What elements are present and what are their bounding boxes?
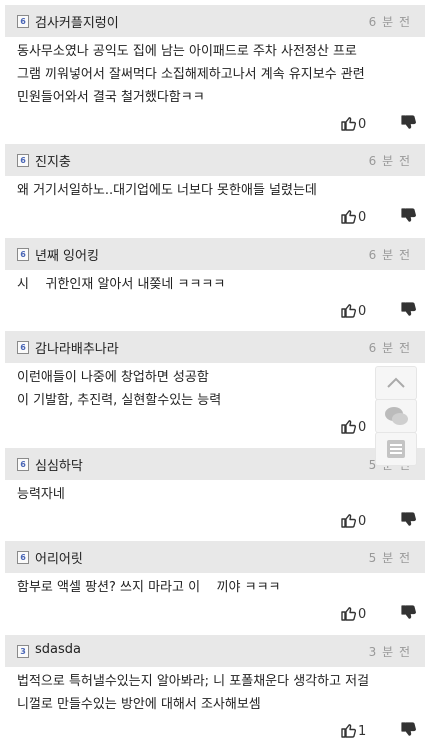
thumbs-up-icon[interactable] (340, 722, 357, 742)
author-nickname[interactable]: 검사커플지렁이 (35, 12, 119, 31)
thumbs-up-icon[interactable] (340, 605, 357, 625)
comment-body: 능력자네 (17, 483, 422, 506)
vote-controls: 0 (340, 208, 420, 228)
comment-header: 6 진지충 6 분 전 (5, 144, 425, 176)
comment-body: 왜 거기서일하노..대기업에도 너보다 못한애들 널렸는데 (17, 179, 422, 202)
author-nickname[interactable]: 심심하닥 (35, 455, 83, 474)
comment-line: 시 귀한인재 알아서 내쫒네 ㅋㅋㅋㅋ (17, 277, 226, 292)
comment-header: 6 년째 잉어킹 6 분 전 (5, 238, 425, 270)
comment-body: 이런애들이 나중에 창업하면 성공함이 기발함, 추진력, 실현할수있는 능력 (17, 366, 422, 412)
comment-header: 3 sdasda 3 분 전 (5, 635, 425, 667)
author-nickname[interactable]: 어리어릿 (35, 548, 83, 567)
vote-controls: 0 (340, 115, 420, 135)
comment-line: 함부로 액셀 팡션? 쓰지 마라고 이 끼야 ㅋㅋㅋ (17, 580, 281, 595)
thumbs-up-icon[interactable] (340, 115, 357, 135)
author-nickname[interactable]: sdasda (35, 642, 81, 657)
scroll-top-button[interactable] (375, 366, 417, 400)
comment-line: 법적으로 특허낼수있는지 알아봐라; 니 포폴채운다 생각하고 저걸 (17, 674, 370, 689)
author-nickname[interactable]: 진지충 (35, 151, 71, 170)
list-button[interactable] (375, 432, 417, 466)
author-nickname[interactable]: 년째 잉어킹 (35, 245, 99, 264)
comment-body: 함부로 액셀 팡션? 쓰지 마라고 이 끼야 ㅋㅋㅋ (17, 576, 422, 599)
level-6-icon: 6 (17, 248, 29, 261)
comment-body: 동사무소였나 공익도 집에 남는 아이패드로 주차 사전정산 프로그램 끼워넣어… (17, 40, 422, 109)
like-count: 0 (358, 210, 367, 225)
comment-header: 6심심하닥5 분 전 (5, 448, 425, 480)
thumbs-down-icon[interactable] (400, 302, 416, 322)
comment-line: 동사무소였나 공익도 집에 남는 아이패드로 주차 사전정산 프로 (17, 44, 357, 59)
thumbs-up-icon[interactable] (340, 302, 357, 322)
comments-button[interactable] (375, 399, 417, 433)
comment-time: 3 분 전 (368, 645, 411, 659)
like-count: 0 (358, 514, 367, 529)
comment-time: 6 분 전 (368, 15, 411, 29)
comment-line: 민원들어와서 결국 철거했다함ㅋㅋ (17, 90, 205, 105)
thumbs-up-icon[interactable] (340, 418, 357, 438)
thumbs-down-icon[interactable] (400, 115, 416, 135)
comment-time: 6 분 전 (368, 154, 411, 168)
author-nickname[interactable]: 감나라배추나라 (35, 338, 119, 357)
comment-line: 이런애들이 나중에 창업하면 성공함 (17, 370, 209, 385)
level-6-icon: 6 (17, 551, 29, 564)
list-icon (387, 440, 405, 458)
comment-line: 그램 끼워넣어서 잘써먹다 소집해제하고나서 계속 유지보수 관련 (17, 67, 365, 82)
like-count: 1 (358, 724, 367, 739)
level-6-icon: 6 (17, 15, 29, 28)
comment-line: 이 기발함, 추진력, 실현할수있는 능력 (17, 393, 222, 408)
comment-body: 법적으로 특허낼수있는지 알아봐라; 니 포폴채운다 생각하고 저걸니껄로 만들… (17, 670, 422, 716)
vote-controls: 1 (340, 722, 420, 742)
comment-header: 6 어리어릿 5 분 전 (5, 541, 425, 573)
level-6-icon: 6 (17, 458, 29, 471)
level-3-icon: 3 (17, 645, 29, 658)
vote-controls: 0 (340, 512, 420, 532)
level-6-icon: 6 (17, 341, 29, 354)
scroll-top-icon (387, 377, 405, 388)
comment-time: 6 분 전 (368, 341, 411, 355)
comment-time: 6 분 전 (368, 248, 411, 262)
vote-controls: 0 (340, 605, 420, 625)
comments-icon (385, 407, 408, 425)
level-6-icon: 6 (17, 154, 29, 167)
thumbs-down-icon[interactable] (400, 208, 416, 228)
thumbs-down-icon[interactable] (400, 722, 416, 742)
vote-controls: 0 (340, 302, 420, 322)
comment-line: 능력자네 (17, 487, 65, 502)
like-count: 0 (358, 607, 367, 622)
comment-time: 5 분 전 (368, 551, 411, 565)
like-count: 0 (358, 117, 367, 132)
thumbs-up-icon[interactable] (340, 512, 357, 532)
comment-body: 시 귀한인재 알아서 내쫒네 ㅋㅋㅋㅋ (17, 273, 422, 296)
like-count: 0 (358, 420, 367, 435)
thumbs-up-icon[interactable] (340, 208, 357, 228)
comment-line: 니껄로 만들수있는 방안에 대해서 조사해보셈 (17, 697, 261, 712)
comment-header: 6 감나라배추나라 6 분 전 (5, 331, 425, 363)
like-count: 0 (358, 304, 367, 319)
thumbs-down-icon[interactable] (400, 605, 416, 625)
thumbs-down-icon[interactable] (400, 512, 416, 532)
comment-header: 6 검사커플지렁이 6 분 전 (5, 5, 425, 37)
comment-line: 왜 거기서일하노..대기업에도 너보다 못한애들 널렸는데 (17, 183, 317, 198)
